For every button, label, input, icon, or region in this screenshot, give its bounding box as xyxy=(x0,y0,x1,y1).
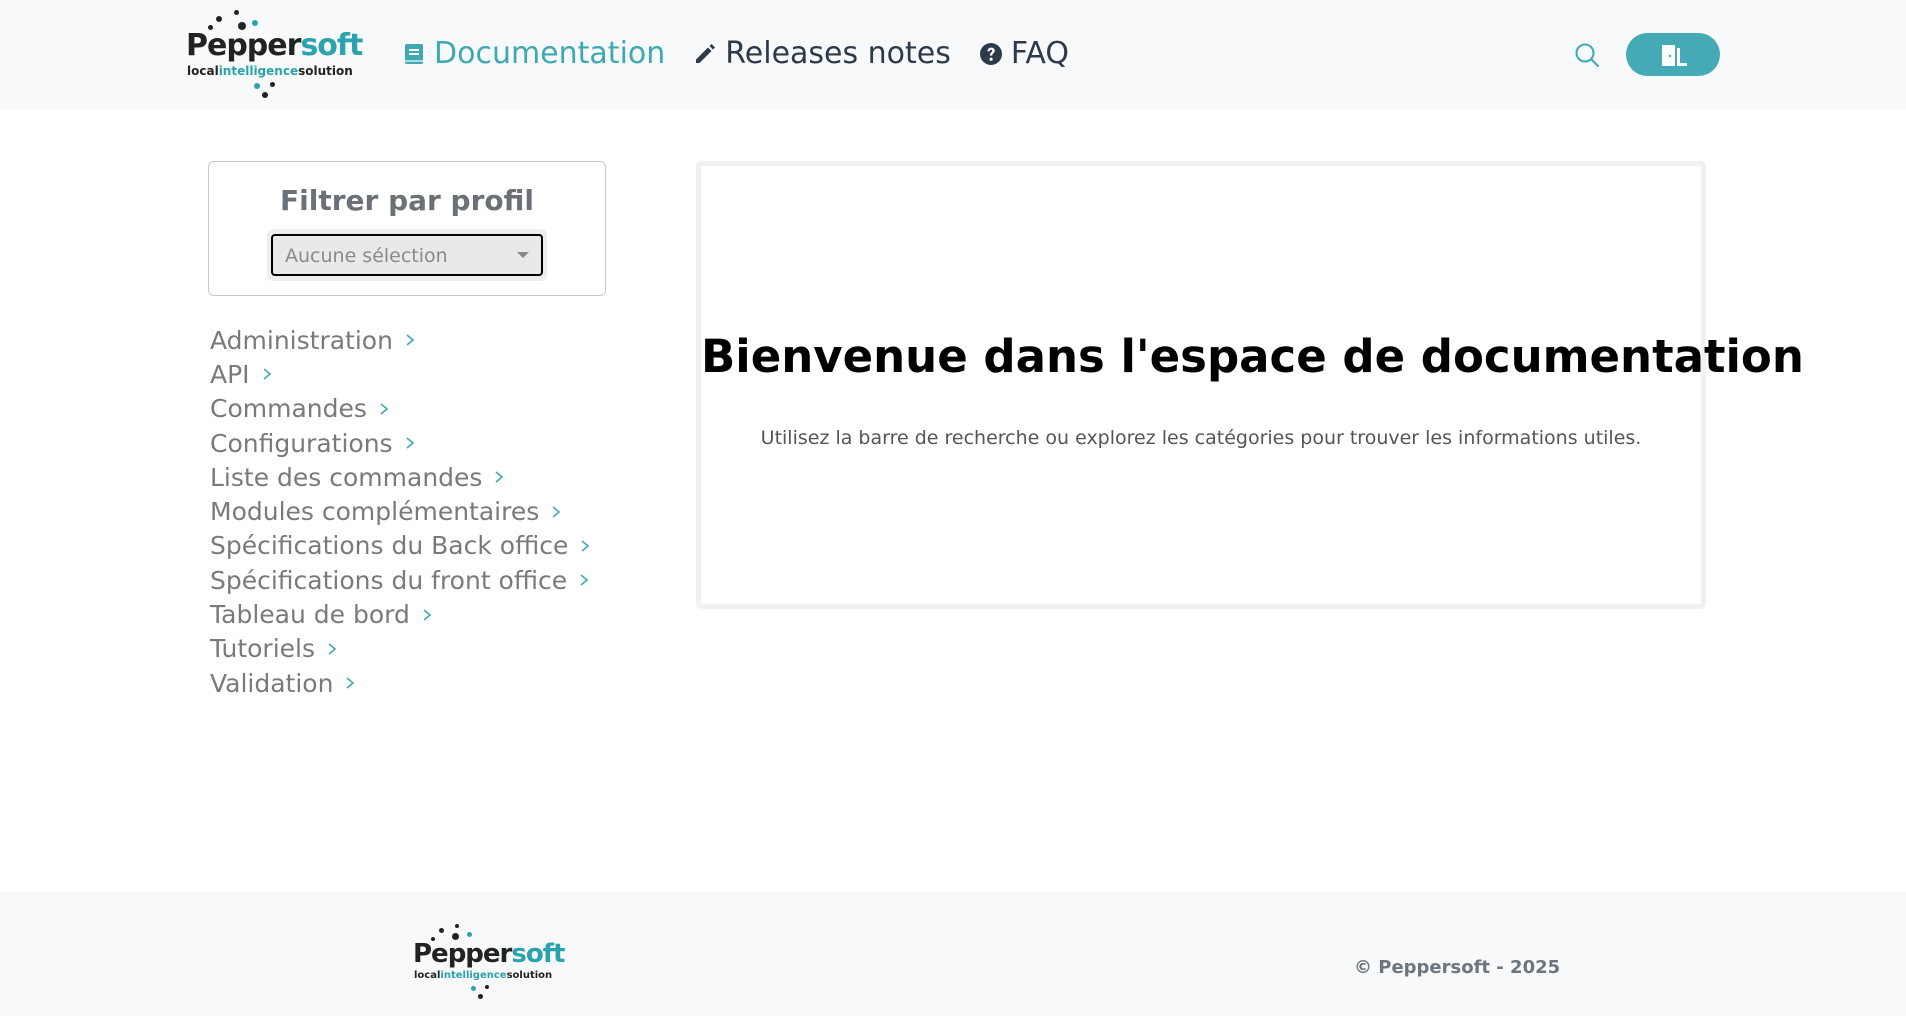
search-button[interactable] xyxy=(1573,41,1601,69)
category-label: API xyxy=(210,359,250,389)
logo-dot xyxy=(471,986,476,991)
exit-button[interactable] xyxy=(1626,33,1720,76)
category-label: Commandes xyxy=(210,394,367,424)
category-item[interactable]: Administration xyxy=(210,323,592,357)
nav-releases-notes-label: Releases notes xyxy=(725,36,951,71)
door-exit-icon xyxy=(1662,45,1687,66)
category-item[interactable]: Spécifications du front office xyxy=(210,563,592,597)
profile-select-value: Aucune sélection xyxy=(285,245,448,267)
chevron-right-icon xyxy=(328,643,337,655)
logo-dot xyxy=(252,20,258,26)
category-item[interactable]: Commandes xyxy=(210,392,592,426)
logo-tagline: localintelligencesolution xyxy=(414,970,553,981)
category-label: Liste des commandes xyxy=(210,462,483,492)
category-item[interactable]: Tutoriels xyxy=(210,632,592,666)
logo-dot xyxy=(254,83,260,89)
category-item[interactable]: Configurations xyxy=(210,426,592,460)
logo-wordmark: Peppersoft xyxy=(413,939,565,969)
category-label: Tableau de bord xyxy=(210,600,410,630)
category-item[interactable]: Validation xyxy=(210,666,592,700)
nav-faq-label: FAQ xyxy=(1010,36,1070,71)
peppersoft-logo[interactable]: Peppersoft localintelligencesolution xyxy=(186,10,363,100)
logo-dot xyxy=(262,92,268,98)
logo-dot xyxy=(234,10,239,15)
chevron-right-icon xyxy=(406,437,414,449)
nav-faq[interactable]: FAQ xyxy=(979,36,1069,71)
logo-wordmark: Peppersoft xyxy=(186,28,363,63)
category-label: Spécifications du front office xyxy=(210,565,568,595)
chevron-right-icon xyxy=(380,403,389,415)
logo-dot xyxy=(467,932,472,937)
welcome-card: Bienvenue dans l'espace de documentation… xyxy=(696,161,1804,609)
category-label: Modules complémentaires xyxy=(210,497,540,527)
category-item[interactable]: Tableau de bord xyxy=(210,597,592,631)
header: Peppersoft localintelligencesolution Doc… xyxy=(0,0,1906,110)
copyright: © Peppersoft - 2025 xyxy=(1354,957,1561,978)
logo-dot xyxy=(216,16,222,22)
nav-releases-notes[interactable]: Releases notes xyxy=(693,36,951,71)
category-label: Configurations xyxy=(210,428,393,458)
category-item[interactable]: API xyxy=(210,357,592,391)
logo-tagline: localintelligencesolution xyxy=(187,64,353,78)
category-item[interactable]: Liste des commandes xyxy=(210,460,592,494)
chevron-right-icon xyxy=(423,608,432,621)
category-list: Administration API Commandes Configurati… xyxy=(210,323,592,700)
logo-dot xyxy=(270,82,275,87)
chevron-right-icon xyxy=(406,334,415,346)
chevron-right-icon xyxy=(495,471,504,483)
footer-logo[interactable]: Peppersoft localintelligencesolution xyxy=(413,924,565,1004)
chevron-right-icon xyxy=(263,368,271,381)
category-item[interactable]: Spécifications du Back office xyxy=(210,529,592,563)
logo-dot xyxy=(478,994,483,999)
chevron-down-icon xyxy=(517,252,529,258)
select-focus-ring: Aucune sélection xyxy=(267,229,547,281)
chevron-right-icon xyxy=(346,677,355,689)
footer: Peppersoft localintelligencesolution © P… xyxy=(0,892,1906,1016)
category-label: Tutoriels xyxy=(210,634,315,664)
filter-title: Filtrer par profil xyxy=(280,184,534,217)
book-icon xyxy=(405,43,423,64)
category-label: Spécifications du Back office xyxy=(210,531,569,561)
chevron-right-icon xyxy=(581,540,590,552)
search-icon xyxy=(1575,43,1599,67)
chevron-right-icon xyxy=(552,506,561,518)
logo-dot xyxy=(485,985,489,989)
nav-documentation-label: Documentation xyxy=(434,36,666,71)
main-nav: Documentation Releases notes FAQ xyxy=(402,36,1097,71)
chevron-right-icon xyxy=(580,574,589,586)
welcome-subtitle: Utilisez la barre de recherche ou explor… xyxy=(760,427,1642,449)
category-label: Validation xyxy=(210,668,334,698)
profile-filter: Filtrer par profil Aucune sélection xyxy=(208,161,606,296)
question-circle-icon xyxy=(979,42,1002,65)
logo-dot xyxy=(455,924,459,928)
nav-documentation[interactable]: Documentation xyxy=(402,36,665,71)
category-item[interactable]: Modules complémentaires xyxy=(210,494,592,528)
pencil-icon xyxy=(696,43,716,63)
profile-select[interactable]: Aucune sélection xyxy=(271,234,543,276)
logo-dot xyxy=(439,928,444,933)
category-label: Administration xyxy=(210,325,393,355)
welcome-title: Bienvenue dans l'espace de documentation xyxy=(701,330,1804,383)
